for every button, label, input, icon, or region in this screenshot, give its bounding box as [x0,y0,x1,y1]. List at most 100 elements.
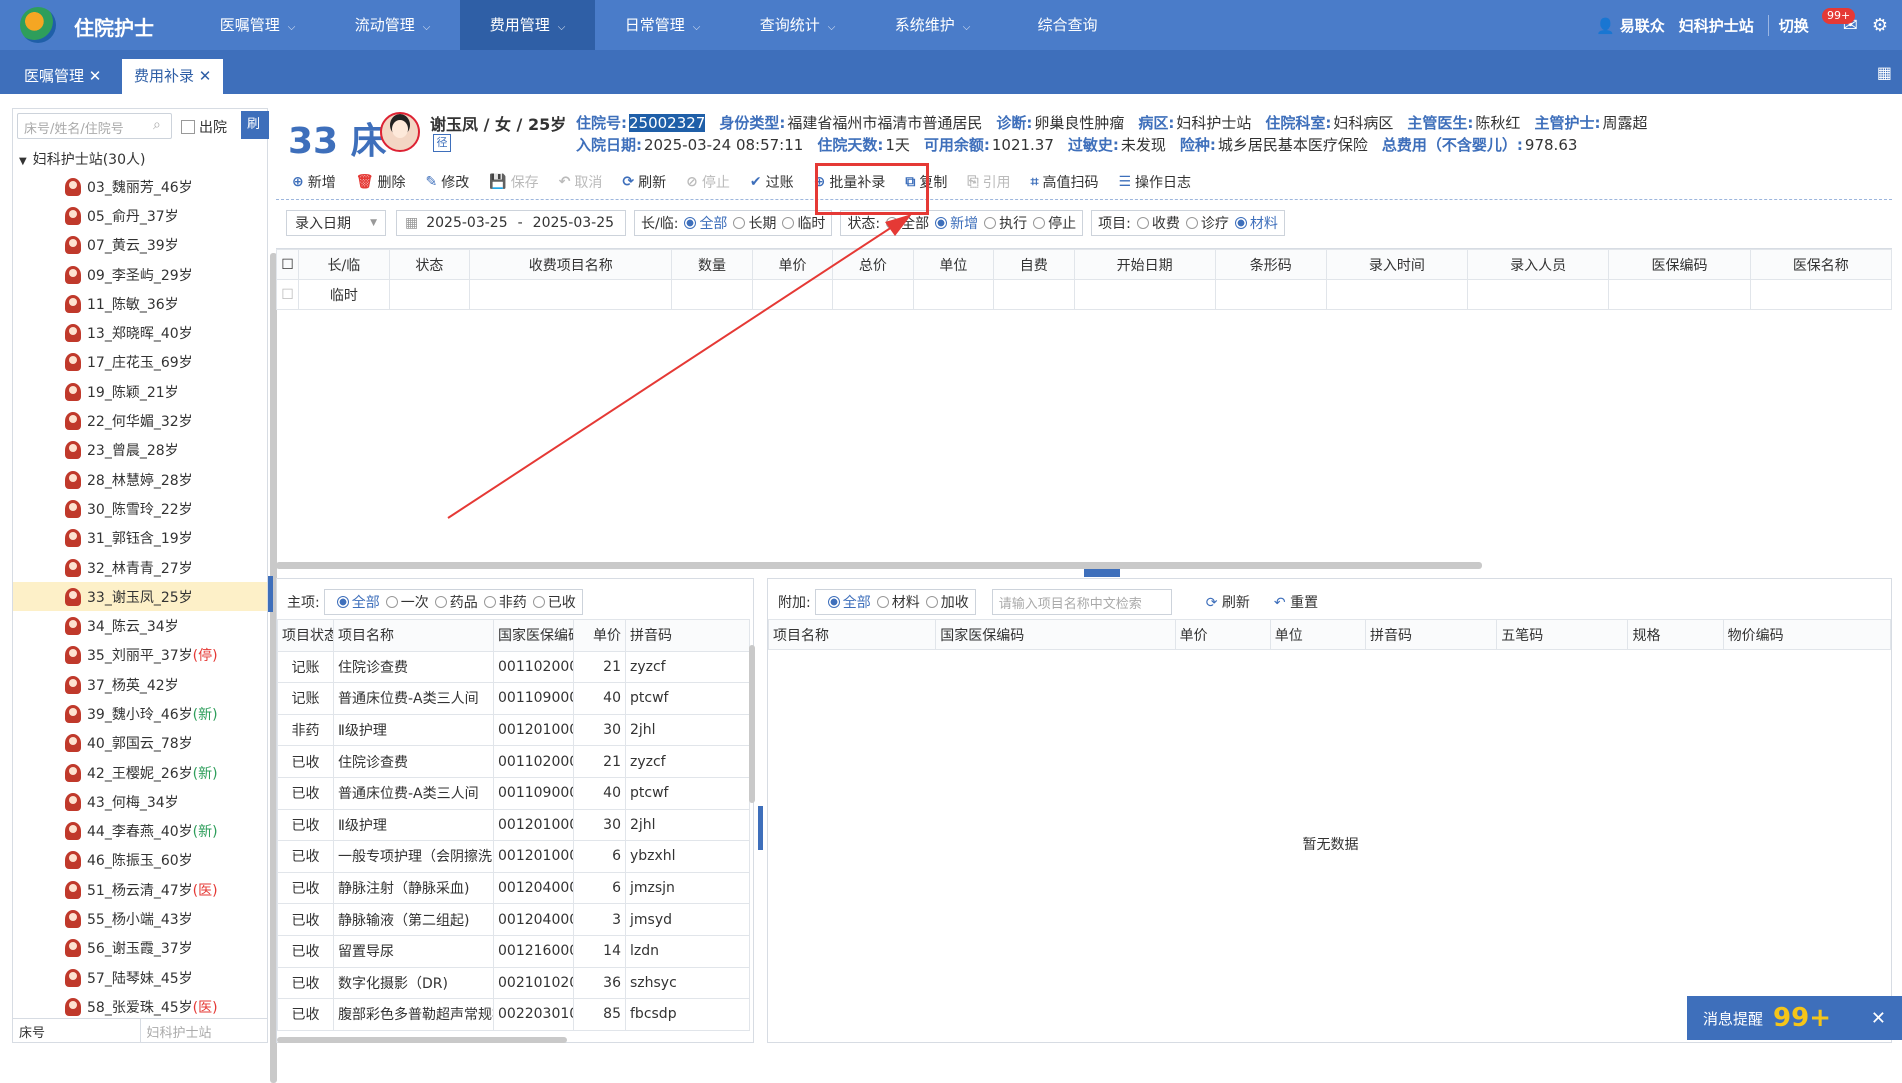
toolbar-button-4[interactable]: ↶ 取消 [559,170,603,194]
patient-item[interactable]: 33_谢玉凤_25岁 [13,582,267,612]
date-type-select[interactable]: 录入日期 ▼ [286,210,386,236]
row-checkbox[interactable]: ☐ [276,279,299,310]
table-row[interactable]: 已收普通床位费-A类三人间0011090000140ptcwf [277,776,750,810]
toolbar-button-5[interactable]: ⟳ 刷新 [622,170,666,194]
patient-item[interactable]: 07_黄云_39岁 [65,231,267,260]
user-name[interactable]: 👤 易联众 [1596,15,1664,36]
column-header[interactable]: 收费项目名称 [469,249,673,280]
splitter-handle[interactable] [758,806,763,850]
patient-item[interactable]: 13_郑晓晖_40岁 [65,318,267,347]
patient-item[interactable]: 32_林青青_27岁 [65,553,267,582]
table-row[interactable]: 已收静脉注射（静脉采血)001204000026jmzsjn [277,871,750,905]
toolbar-button-2[interactable]: ✎ 修改 [426,170,470,194]
toolbar-button-1[interactable]: 🗑 删除 [356,170,406,194]
nav-item-2[interactable]: 费用管理 ⌵ [460,0,595,50]
radio-option[interactable]: 全部 [331,592,380,612]
ward-select[interactable]: 妇科护士站 [139,1019,268,1042]
toolbar-button-12[interactable]: ☰ 操作日志 [1118,170,1191,194]
tab-fee-supplement[interactable]: 费用补录 ✕ [122,59,224,94]
patient-item[interactable]: 34_陈云_34岁 [65,611,267,640]
table-row[interactable]: 已收留置导尿0012160000114lzdn [277,934,750,968]
column-header[interactable]: 状态 [388,249,471,280]
column-header[interactable]: 长/临 [298,249,390,280]
column-header[interactable]: 医保名称 [1749,249,1893,280]
toolbar-button-7[interactable]: ✔ 过账 [750,170,794,194]
scrollbar[interactable] [277,1037,567,1043]
patient-item[interactable]: 46_陈振玉_60岁 [65,846,267,875]
column-header[interactable]: 项目状态 [277,619,334,652]
scrollbar[interactable] [749,645,755,803]
radio-option[interactable]: 全部 [678,216,727,232]
radio-option[interactable]: 非药 [478,592,527,612]
column-header[interactable]: 项目名称 [333,619,494,652]
patient-item[interactable]: 30_陈雪玲_22岁 [65,494,267,523]
message-toast[interactable]: 消息提醒 99+ ✕ [1687,996,1902,1040]
radio-option[interactable]: 材料 [1229,216,1278,232]
table-row[interactable]: 已收腹部彩色多普勒超声常规检查0022030100185fbcsdp [277,998,750,1031]
nav-item-1[interactable]: 流动管理 ⌵ [325,0,460,50]
patient-item[interactable]: 37_杨英_42岁 [65,670,267,699]
patient-item[interactable]: 39_魏小玲_46岁 (新) [65,699,267,728]
column-header[interactable]: 数量 [671,249,753,280]
table-row[interactable]: 已收静脉输液（第二组起)001204000063jmsyd [277,903,750,936]
patient-item[interactable]: 03_魏丽芳_46岁 [65,172,267,201]
patient-item[interactable]: 44_李春燕_40岁 (新) [65,817,267,846]
close-icon[interactable]: ✕ [89,67,102,85]
radio-option[interactable]: 长期 [727,216,776,232]
column-header[interactable]: 自费 [993,249,1075,280]
table-row[interactable]: 记账普通床位费-A类三人间0011090000140ptcwf [277,682,750,715]
patient-item[interactable]: 09_李圣屿_29岁 [65,260,267,289]
nav-item-4[interactable]: 查询统计 ⌵ [730,0,865,50]
table-row[interactable]: 已收一般专项护理（会阴擦洗)001201000146ybzxhl [277,840,750,873]
chevron-down-icon[interactable]: ▼ [19,156,27,167]
patient-item[interactable]: 28_林慧婷_28岁 [65,465,267,494]
refresh-button[interactable]: 刷 [241,111,269,139]
radio-option[interactable]: 执行 [978,216,1027,232]
column-header[interactable]: 国家医保编码 [493,619,574,652]
patient-item[interactable]: 11_陈敏_36岁 [65,289,267,318]
select-all-checkbox[interactable]: ☐ [276,249,299,280]
patient-item[interactable]: 23_曾晨_28岁 [65,436,267,465]
table-row[interactable]: 非药Ⅱ级护理00120100004302jhl [277,713,750,747]
patient-item[interactable]: 55_杨小端_43岁 [65,904,267,933]
table-row[interactable]: ☐ 临时 [276,279,1893,310]
table-row[interactable]: 记账住院诊查费0011020000521zyzcf [277,650,750,684]
patient-item[interactable]: 19_陈颖_21岁 [65,377,267,406]
sort-select[interactable]: 床号 [13,1019,140,1042]
column-header[interactable]: 总价 [832,249,914,280]
patient-item[interactable]: 22_何华媚_32岁 [65,406,267,435]
radio-option[interactable]: 临时 [776,216,825,232]
radio-option[interactable]: 新增 [929,216,978,232]
column-header[interactable]: 拼音码 [625,619,750,652]
column-header[interactable]: 开始日期 [1073,249,1216,280]
toolbar-button-11[interactable]: ⌗ 高值扫码 [1031,170,1099,194]
radio-option[interactable]: 药品 [429,592,478,612]
splitter-handle[interactable] [268,576,273,612]
toolbar-button-10[interactable]: ⎘ 引用 [967,170,1010,194]
nav-item-6[interactable]: 综合查询 [1000,0,1135,50]
close-icon[interactable]: ✕ [199,67,212,85]
close-icon[interactable]: ✕ [1871,1008,1886,1029]
settings-icon[interactable]: ⚙ [1872,15,1888,36]
table-row[interactable]: 已收住院诊查费0011020000521zyzcf [277,745,750,778]
radio-option[interactable]: 一次 [380,592,429,612]
nav-item-5[interactable]: 系统维护 ⌵ [865,0,1000,50]
column-header[interactable]: 录入人员 [1466,249,1610,280]
radio-option[interactable]: 收费 [1131,216,1180,232]
radio-option[interactable]: 全部 [880,216,929,232]
patient-item[interactable]: 40_郭国云_78岁 [65,729,267,758]
tree-root[interactable]: ▼ 妇科护士站(30人) [19,149,145,169]
patient-item[interactable]: 56_谢玉霞_37岁 [65,934,267,963]
radio-option[interactable]: 诊疗 [1180,216,1229,232]
patient-item[interactable]: 51_杨云清_47岁 (医) [65,875,267,904]
nav-item-3[interactable]: 日常管理 ⌵ [595,0,730,50]
discharged-checkbox[interactable]: 出院 [181,117,227,137]
splitter-handle[interactable] [1084,569,1120,577]
patient-item[interactable]: 35_刘丽平_37岁 (停) [65,641,267,670]
radio-option[interactable]: 已收 [527,592,576,612]
patient-item[interactable]: 17_庄花玉_69岁 [65,348,267,377]
patient-item[interactable]: 57_陆琴妹_45岁 [65,963,267,992]
toolbar-button-6[interactable]: ⊘ 停止 [686,170,730,194]
patient-item[interactable]: 31_郭钰含_19岁 [65,524,267,553]
toolbar-button-3[interactable]: 💾 保存 [489,170,538,194]
